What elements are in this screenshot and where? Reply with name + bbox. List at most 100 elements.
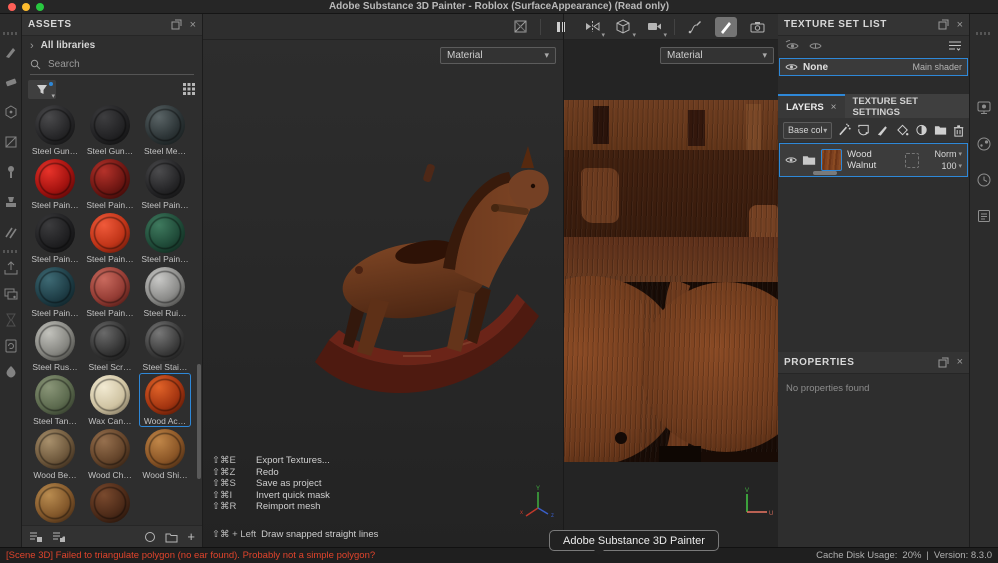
asset-item[interactable]: Wax Can…	[84, 373, 136, 427]
delete-layer-icon[interactable]	[953, 124, 964, 137]
close-panel-icon[interactable]: ×	[190, 19, 196, 31]
asset-item[interactable]: Steel Pain…	[29, 157, 81, 211]
shortcut-row: ⇧⌘I Invert quick mask	[212, 490, 330, 502]
grid-view-icon[interactable]	[182, 82, 196, 96]
material-mode-dropdown-2d[interactable]: Material ▾	[660, 47, 774, 64]
chevron-down-icon: ▾	[823, 126, 827, 135]
symmetry-settings-button[interactable]: ▾	[581, 17, 603, 37]
asset-item[interactable]: Steel Scr…	[84, 319, 136, 373]
asset-item[interactable]: Wood Shi…	[139, 427, 191, 481]
asset-item[interactable]: Steel Gun…	[84, 103, 136, 157]
resource-updater-icon[interactable]	[3, 338, 19, 354]
close-panel-icon[interactable]: ×	[957, 19, 963, 31]
add-paint-layer-icon[interactable]	[876, 123, 889, 137]
add-mask-icon[interactable]	[915, 123, 928, 137]
asset-item[interactable]: Steel Stai…	[139, 319, 191, 373]
filter-button[interactable]: ▾	[28, 80, 56, 99]
perspective-button[interactable]: ▾	[612, 17, 634, 37]
undock-panel-icon[interactable]	[938, 19, 949, 30]
blend-mode-dropdown[interactable]: Norm ▾	[935, 149, 963, 159]
export-icon[interactable]	[3, 260, 19, 276]
camera-icon	[750, 21, 765, 33]
asset-item[interactable]: Steel Rui…	[139, 265, 191, 319]
add-resource-icon[interactable]: +	[187, 532, 195, 542]
clone-tool-icon[interactable]	[3, 194, 19, 210]
asset-item[interactable]: Wood Ch…	[84, 427, 136, 481]
asset-label: Steel Stai…	[140, 362, 190, 372]
asset-item[interactable]: Wood Shi…	[29, 481, 81, 525]
cache-disk-usage-value: 20%	[902, 550, 921, 561]
view-2d[interactable]: Material ▾ V U	[563, 40, 778, 547]
library-selector[interactable]: › All libraries	[22, 36, 202, 55]
layer-thumbnail[interactable]	[821, 149, 842, 171]
tab-texture-set-settings[interactable]: TEXTURE SET SETTINGS	[845, 94, 969, 118]
asset-item[interactable]: Steel Pain…	[84, 211, 136, 265]
texture-set-row[interactable]: None Main shader	[779, 58, 968, 76]
snapshot-button[interactable]	[746, 17, 768, 37]
undock-panel-icon[interactable]	[171, 19, 182, 30]
add-fill-layer-icon[interactable]	[896, 123, 909, 137]
projection-tool-icon[interactable]	[3, 104, 19, 120]
add-smart-material-icon[interactable]	[857, 123, 870, 137]
search-icon	[30, 59, 41, 70]
shortcut-label: Reimport mesh	[256, 501, 320, 513]
history-icon[interactable]	[976, 172, 992, 188]
eye-sync-icon[interactable]	[785, 40, 800, 52]
tab-layers[interactable]: LAYERS ×	[778, 94, 845, 118]
asset-item[interactable]: Steel Tan…	[29, 373, 81, 427]
eye-icon[interactable]	[785, 62, 798, 72]
opacity-dropdown[interactable]: 100 ▾	[941, 161, 962, 171]
material-sphere-thumbnail	[35, 321, 75, 361]
smudge-tool-icon[interactable]	[3, 164, 19, 180]
viewport-divider[interactable]	[563, 14, 564, 547]
layer-row[interactable]: Wood Walnut Norm ▾ 100 ▾	[779, 143, 968, 177]
import-resources-icon[interactable]	[29, 531, 43, 543]
channel-dropdown[interactable]: Base col ▾	[783, 122, 832, 139]
asset-label: Steel Pain…	[30, 308, 80, 318]
search-input[interactable]	[48, 59, 168, 70]
smart-materials-icon[interactable]	[3, 286, 19, 302]
assets-scrollbar[interactable]	[197, 364, 201, 479]
close-tab-icon[interactable]: ×	[831, 102, 837, 113]
layer-visibility-icon[interactable]	[785, 155, 797, 165]
export-resources-icon[interactable]	[52, 531, 66, 543]
asset-item[interactable]: Steel Pain…	[139, 157, 191, 211]
undock-panel-icon[interactable]	[938, 357, 949, 368]
list-options-icon[interactable]	[948, 40, 962, 52]
asset-item[interactable]: Steel Gun…	[29, 103, 81, 157]
assets-footer: +	[22, 525, 202, 547]
eye-solo-icon[interactable]	[808, 40, 823, 52]
polygon-fill-tool-icon[interactable]	[3, 134, 19, 150]
asset-item[interactable]: Steel Pain…	[84, 157, 136, 211]
paint-mode-button[interactable]	[715, 17, 737, 37]
log-icon[interactable]	[976, 208, 992, 224]
asset-item[interactable]: Steel Pain…	[29, 211, 81, 265]
asset-item[interactable]: Steel Pain…	[139, 211, 191, 265]
refresh-icon[interactable]	[144, 531, 156, 543]
camera-settings-button[interactable]: ▾	[643, 17, 665, 37]
asset-item[interactable]: Steel Pain…	[29, 265, 81, 319]
asset-item[interactable]: Steel Me…	[139, 103, 191, 157]
display-settings-icon[interactable]	[976, 100, 992, 116]
paint-tool-icon[interactable]	[3, 44, 19, 60]
layer-mask-slot[interactable]	[905, 153, 919, 168]
geometry-mask-icon[interactable]	[3, 364, 19, 380]
add-folder-icon[interactable]	[934, 124, 947, 136]
asset-item[interactable]: Steel Pain…	[84, 265, 136, 319]
particles-tool-icon[interactable]	[3, 224, 19, 240]
add-effect-icon[interactable]	[838, 123, 851, 137]
new-folder-icon[interactable]	[165, 531, 178, 543]
lazy-mouse-button[interactable]	[684, 17, 706, 37]
shortcut-row: ⇧⌘E Export Textures...	[212, 455, 330, 467]
close-panel-icon[interactable]: ×	[957, 356, 963, 368]
shader-settings-icon[interactable]	[976, 136, 992, 152]
asset-item[interactable]: Wood Be…	[29, 427, 81, 481]
asset-item[interactable]: Steel Rus…	[29, 319, 81, 373]
pause-engine-button[interactable]	[550, 17, 572, 37]
symmetry-off-button[interactable]	[509, 17, 531, 37]
view-3d[interactable]: Material ▾	[203, 40, 563, 547]
asset-item[interactable]: Wood Wa…	[84, 481, 136, 525]
asset-item[interactable]: Wood Ac…	[139, 373, 191, 427]
texture-set-list-tools	[778, 36, 969, 56]
eraser-tool-icon[interactable]	[3, 74, 19, 90]
